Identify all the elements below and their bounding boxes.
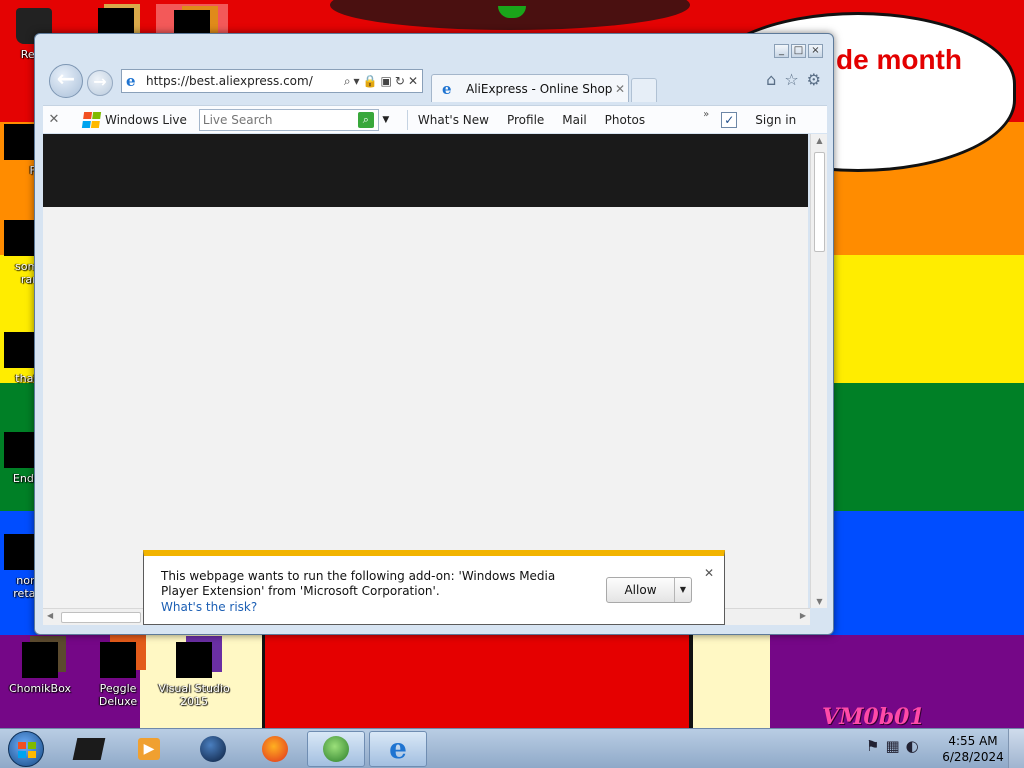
addon-notification-bar: This webpage wants to run the following … — [143, 550, 725, 625]
back-button[interactable]: ← — [49, 64, 83, 98]
vertical-scrollbar[interactable]: ▲ ▼ — [810, 134, 827, 608]
home-icon[interactable]: ⌂ — [766, 70, 776, 89]
clock-time: 4:55 AM — [948, 734, 998, 748]
live-search-input[interactable] — [202, 112, 358, 127]
notification-close-icon[interactable]: ✕ — [704, 566, 714, 580]
toolbar-close-icon[interactable]: ✕ — [43, 112, 65, 127]
forward-button[interactable]: → — [87, 70, 113, 96]
desktop-icon-label: ChomikBox — [9, 682, 71, 695]
link-mail[interactable]: Mail — [562, 113, 586, 127]
close-button[interactable]: × — [808, 44, 823, 58]
taskbar: ▶ e ⚑ ▦ ◐ 4:55 AM 6/28/2024 — [0, 728, 1024, 768]
page-header-bar — [43, 134, 808, 207]
address-tools: ⌕ ▾ 🔒 ▣ ↻ ✕ — [344, 74, 418, 89]
tab-aliexpress[interactable]: e AliExpress - Online Shoppi... ✕ — [431, 74, 629, 102]
tab-title: AliExpress - Online Shoppi... — [466, 81, 612, 96]
system-tray: ⚑ ▦ ◐ — [866, 737, 919, 755]
network-icon[interactable]: ▦ — [885, 737, 899, 755]
compatibility-icon[interactable]: ▣ — [381, 74, 392, 89]
globe-icon — [200, 736, 226, 762]
allow-button[interactable]: Allow — [607, 578, 675, 602]
windows-logo-icon — [18, 742, 36, 758]
wallpaper-watermark: VM0b01 — [822, 704, 925, 730]
favorites-star-icon[interactable]: ☆ — [784, 70, 798, 89]
address-bar[interactable]: e https://best.aliexpress.com/ ⌕ ▾ 🔒 ▣ ↻… — [121, 69, 423, 93]
taskbar-internet-explorer[interactable]: e — [369, 731, 427, 767]
more-links-chevron-icon[interactable]: » — [703, 109, 709, 120]
clock-date: 6/28/2024 — [942, 750, 1004, 764]
checkbox-icon[interactable]: ✓ — [721, 111, 738, 128]
new-tab-button[interactable] — [631, 78, 657, 102]
notification-message: This webpage wants to run the following … — [161, 569, 556, 598]
ie-tab-icon: e — [442, 79, 452, 98]
whats-the-risk-link[interactable]: What's the risk? — [161, 600, 257, 614]
horizontal-scroll-thumb[interactable] — [61, 612, 141, 623]
allow-dropdown-icon[interactable]: ▼ — [675, 578, 691, 602]
link-photos[interactable]: Photos — [605, 113, 645, 127]
allow-split-button[interactable]: Allow ▼ — [606, 577, 692, 603]
show-desktop-button[interactable] — [1008, 729, 1024, 768]
app-icon — [72, 738, 106, 760]
dropdown-icon[interactable]: ▾ — [354, 74, 360, 89]
speech-bubble-text: de month — [836, 44, 962, 75]
scroll-right-icon[interactable]: ▶ — [800, 611, 806, 620]
live-search-box[interactable]: ⌕ — [198, 108, 379, 131]
scroll-left-icon[interactable]: ◀ — [47, 611, 53, 620]
taskbar-clock[interactable]: 4:55 AM 6/28/2024 — [940, 733, 1006, 765]
taskbar-app-1[interactable] — [60, 731, 118, 767]
gear-icon[interactable]: ⚙ — [807, 70, 821, 89]
windows-live-link[interactable]: Windows Live — [105, 113, 187, 127]
action-center-icon[interactable]: ⚑ — [866, 737, 879, 755]
link-profile[interactable]: Profile — [507, 113, 544, 127]
stop-icon[interactable]: ✕ — [408, 74, 418, 89]
desktop-icon-label: Peggle Deluxe — [98, 682, 138, 708]
firefox-icon — [262, 736, 288, 762]
command-icons: ⌂ ☆ ⚙ — [766, 70, 821, 89]
media-player-icon: ▶ — [138, 738, 160, 760]
scroll-up-icon[interactable]: ▲ — [811, 136, 828, 145]
minimize-button[interactable]: _ — [774, 44, 789, 58]
peggle-icon — [100, 642, 136, 678]
wallpaper-drawing-right — [690, 632, 770, 732]
sign-in-link[interactable]: Sign in — [755, 113, 796, 127]
volume-icon[interactable]: ◐ — [906, 737, 919, 755]
link-whats-new[interactable]: What's New — [418, 113, 489, 127]
ie-icon: e — [389, 732, 407, 765]
desktop-icon-label: Visual Studio 2015 — [158, 682, 230, 708]
chomikbox-icon — [22, 642, 58, 678]
taskbar-app-3[interactable] — [184, 731, 242, 767]
window-controls: _ □ × — [774, 44, 823, 58]
page-content-area[interactable] — [43, 134, 808, 608]
vertical-scroll-thumb[interactable] — [814, 152, 825, 252]
visual-studio-icon — [176, 642, 212, 678]
toolbar-divider — [406, 109, 408, 130]
lock-icon[interactable]: 🔒 — [363, 74, 378, 89]
ie-window: _ □ × ← → e https://best.aliexpress.com/… — [34, 33, 834, 635]
desktop-icon-visual-studio[interactable]: Visual Studio 2015 — [158, 642, 230, 708]
wallpaper-drawing-center — [262, 632, 692, 732]
windows-live-logo-icon — [81, 111, 102, 128]
taskbar-app-5[interactable] — [307, 731, 365, 767]
tab-close-icon[interactable]: ✕ — [612, 82, 628, 96]
refresh-icon[interactable]: ↻ — [395, 74, 405, 89]
app-orb-icon — [323, 736, 349, 762]
desktop-icon-chomikbox[interactable]: ChomikBox — [4, 642, 76, 695]
search-options-dropdown[interactable]: ▼ — [379, 115, 393, 125]
ie-page-icon: e — [126, 72, 136, 90]
search-go-icon[interactable]: ⌕ — [357, 111, 374, 128]
maximize-button[interactable]: □ — [791, 44, 806, 58]
search-icon[interactable]: ⌕ — [344, 74, 351, 89]
windows-live-toolbar: ✕ Windows Live ⌕ ▼ What's New Profile Ma… — [43, 105, 827, 133]
scroll-down-icon[interactable]: ▼ — [811, 597, 828, 606]
url-text[interactable]: https://best.aliexpress.com/ — [146, 74, 344, 88]
start-button[interactable] — [8, 731, 44, 767]
taskbar-firefox[interactable] — [246, 731, 304, 767]
taskbar-media-player[interactable]: ▶ — [120, 731, 178, 767]
desktop-icon-peggle[interactable]: Peggle Deluxe — [82, 642, 154, 708]
